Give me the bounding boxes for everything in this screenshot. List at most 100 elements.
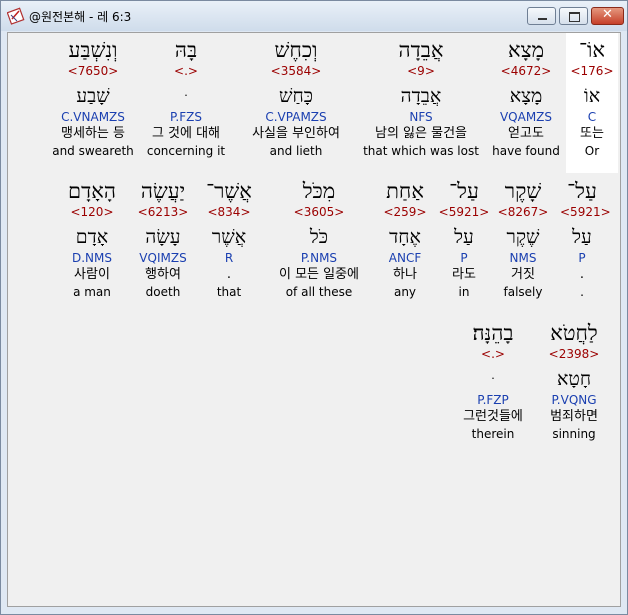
word-block[interactable]: מִכֹּל <3605> כֹּל P.NMS 이 모든 일중에 of all… — [260, 178, 378, 300]
word-block[interactable]: אַחַת <259> אֶחָד ANCF 하나 any — [378, 178, 432, 300]
hebrew-word: שָׁקֶר — [504, 179, 542, 203]
hebrew-word: אוֹ־ — [578, 38, 605, 62]
word-block[interactable]: וְכִחֶשׁ <3584> כָּחַשׁ C.VPAMZS 사실을 부인하… — [236, 37, 356, 159]
morphology-code[interactable]: VQIMZS — [128, 250, 198, 266]
strong-number[interactable]: <3584> — [236, 63, 356, 79]
word-block[interactable]: בָּהּ <.> ּ P.FZS 그 것에 대해 concerning it — [134, 37, 238, 159]
korean-gloss: 사실을 부인하여 — [252, 126, 340, 141]
english-gloss: any — [393, 285, 417, 299]
word-block[interactable]: אֲבֵדָה <9> אֲבֵדָה NFS 남의 잃은 물건을 that w… — [356, 37, 486, 159]
lemma: אֲשֶׁר — [211, 226, 247, 248]
lemma: כֹּל — [309, 226, 329, 248]
strong-number[interactable]: <4672> — [486, 63, 566, 79]
korean-gloss: . — [579, 267, 585, 282]
word-block[interactable]: שָׁקֶר <8267> שֶׁקֶר NMS 거짓 falsely — [496, 178, 550, 300]
korean-gloss: 사람이 — [74, 267, 110, 282]
title-bar[interactable]: @원전본해 - 레 6:3 ✕ — [1, 1, 627, 31]
word-block[interactable]: מָצָא <4672> מָצָא VQAMZS 얻고도 have found — [486, 37, 566, 159]
word-block[interactable]: וְנִשְׁבַּע <7650> שָׁבַע C.VNAMZS 맹세하는 … — [38, 37, 148, 159]
english-gloss: Or — [584, 144, 600, 158]
morphology-code[interactable]: P — [560, 250, 604, 266]
word-block[interactable]: עַל־ <5921> עַל P . . — [560, 178, 611, 300]
close-button[interactable]: ✕ — [591, 7, 624, 25]
morphology-code[interactable]: D.NMS — [56, 250, 128, 266]
korean-gloss: 하나 — [393, 267, 417, 282]
strong-number[interactable]: <.> — [448, 346, 538, 362]
korean-gloss: 행하여 — [145, 267, 181, 282]
lemma: שָׁבַע — [76, 85, 110, 107]
word-block[interactable]: לַחֲטֹא <2398> חָטָא P.VQNG 범죄하면 sinning — [538, 320, 610, 442]
morphology-code[interactable]: P.VQNG — [538, 392, 610, 408]
english-gloss: a man — [73, 285, 111, 299]
lemma: ּ — [448, 366, 538, 392]
word-block[interactable]: אוֹ־ <176> אוֹ C 또는 Or — [564, 37, 620, 159]
strong-number[interactable]: <259> — [378, 204, 432, 220]
morphology-code[interactable]: P — [438, 250, 490, 266]
minimize-button[interactable] — [527, 7, 556, 25]
word-block[interactable]: יַעֲשֶׂה <6213> עָשָׂה VQIMZS 행하여 doeth — [128, 178, 198, 300]
morphology-code[interactable]: R — [198, 250, 260, 266]
morphology-code[interactable]: VQAMZS — [486, 109, 566, 125]
strong-number[interactable]: <8267> — [496, 204, 550, 220]
lemma: מָצָא — [509, 85, 543, 107]
word-block[interactable]: עַל־ <5921> עַל P 라도 in — [438, 178, 490, 300]
korean-gloss: 그런것들에 — [463, 409, 523, 424]
lemma: אֶחָד — [389, 226, 421, 248]
hebrew-word: לַחֲטֹא — [550, 321, 598, 345]
english-gloss: therein — [471, 427, 515, 441]
english-gloss: . — [580, 285, 584, 299]
morphology-code[interactable]: P.NMS — [260, 250, 378, 266]
bible-app-icon — [7, 7, 25, 25]
strong-number[interactable]: <.> — [134, 63, 238, 79]
korean-gloss: 라도 — [452, 267, 476, 282]
english-gloss: concerning it — [146, 144, 226, 158]
morphology-code[interactable]: C — [564, 109, 620, 125]
english-gloss: that which was lost — [363, 144, 479, 158]
strong-number[interactable]: <2398> — [538, 346, 610, 362]
lemma: עַל — [454, 226, 474, 248]
english-gloss: in — [458, 285, 470, 299]
korean-gloss: 또는 — [580, 126, 604, 141]
hebrew-word: וְנִשְׁבַּע — [68, 38, 118, 62]
strong-number[interactable]: <5921> — [560, 204, 611, 220]
strong-number[interactable]: <9> — [356, 63, 486, 79]
korean-gloss: . — [226, 267, 232, 282]
korean-gloss: 맹세하는 등 — [61, 126, 125, 141]
hebrew-word: בָּהּ — [174, 38, 198, 62]
strong-number[interactable]: <834> — [198, 204, 260, 220]
lemma: ּ — [134, 83, 238, 109]
strong-number[interactable]: <7650> — [38, 63, 148, 79]
strong-number[interactable]: <5921> — [438, 204, 490, 220]
lemma: שֶׁקֶר — [506, 226, 540, 248]
morphology-code[interactable]: NFS — [356, 109, 486, 125]
hebrew-word: הָאָדָם — [68, 179, 116, 203]
hebrew-word: עַל־ — [449, 179, 479, 203]
strong-number[interactable]: <120> — [56, 204, 128, 220]
morphology-code[interactable]: ANCF — [378, 250, 432, 266]
interlinear-panel[interactable]: אוֹ־ <176> אוֹ C 또는 Or מָצָא <4672> מָצָ… — [7, 32, 621, 607]
morphology-code[interactable]: P.FZS — [134, 109, 238, 125]
morphology-code[interactable]: C.VNAMZS — [38, 109, 148, 125]
hebrew-word: אַחַת — [386, 179, 424, 203]
morphology-code[interactable]: NMS — [496, 250, 550, 266]
morphology-code[interactable]: C.VPAMZS — [236, 109, 356, 125]
lemma: עַל — [572, 226, 592, 248]
app-window: @원전본해 - 레 6:3 ✕ אוֹ־ <176> אוֹ C 또는 Or מ… — [0, 0, 628, 615]
word-block[interactable]: בָהֵנָּה׃ <.> ּ P.FZP 그런것들에 therein — [448, 320, 538, 442]
english-gloss: and sweareth — [52, 144, 134, 158]
word-block[interactable]: הָאָדָם <120> אָדָם D.NMS 사람이 a man — [56, 178, 128, 300]
hebrew-word: מִכֹּל — [302, 179, 336, 203]
lemma: כָּחַשׁ — [279, 85, 313, 107]
korean-gloss: 거짓 — [511, 267, 535, 282]
strong-number[interactable]: <176> — [564, 63, 620, 79]
word-block[interactable]: אֲשֶׁר־ <834> אֲשֶׁר R . that — [198, 178, 260, 300]
morphology-code[interactable]: P.FZP — [448, 392, 538, 408]
english-gloss: sinning — [552, 427, 596, 441]
lemma: אֲבֵדָה — [400, 85, 442, 107]
lemma: אוֹ — [583, 85, 601, 107]
hebrew-word: מָצָא — [507, 38, 545, 62]
strong-number[interactable]: <6213> — [128, 204, 198, 220]
lemma: עָשָׂה — [145, 226, 181, 248]
strong-number[interactable]: <3605> — [260, 204, 378, 220]
maximize-button[interactable] — [559, 7, 588, 25]
